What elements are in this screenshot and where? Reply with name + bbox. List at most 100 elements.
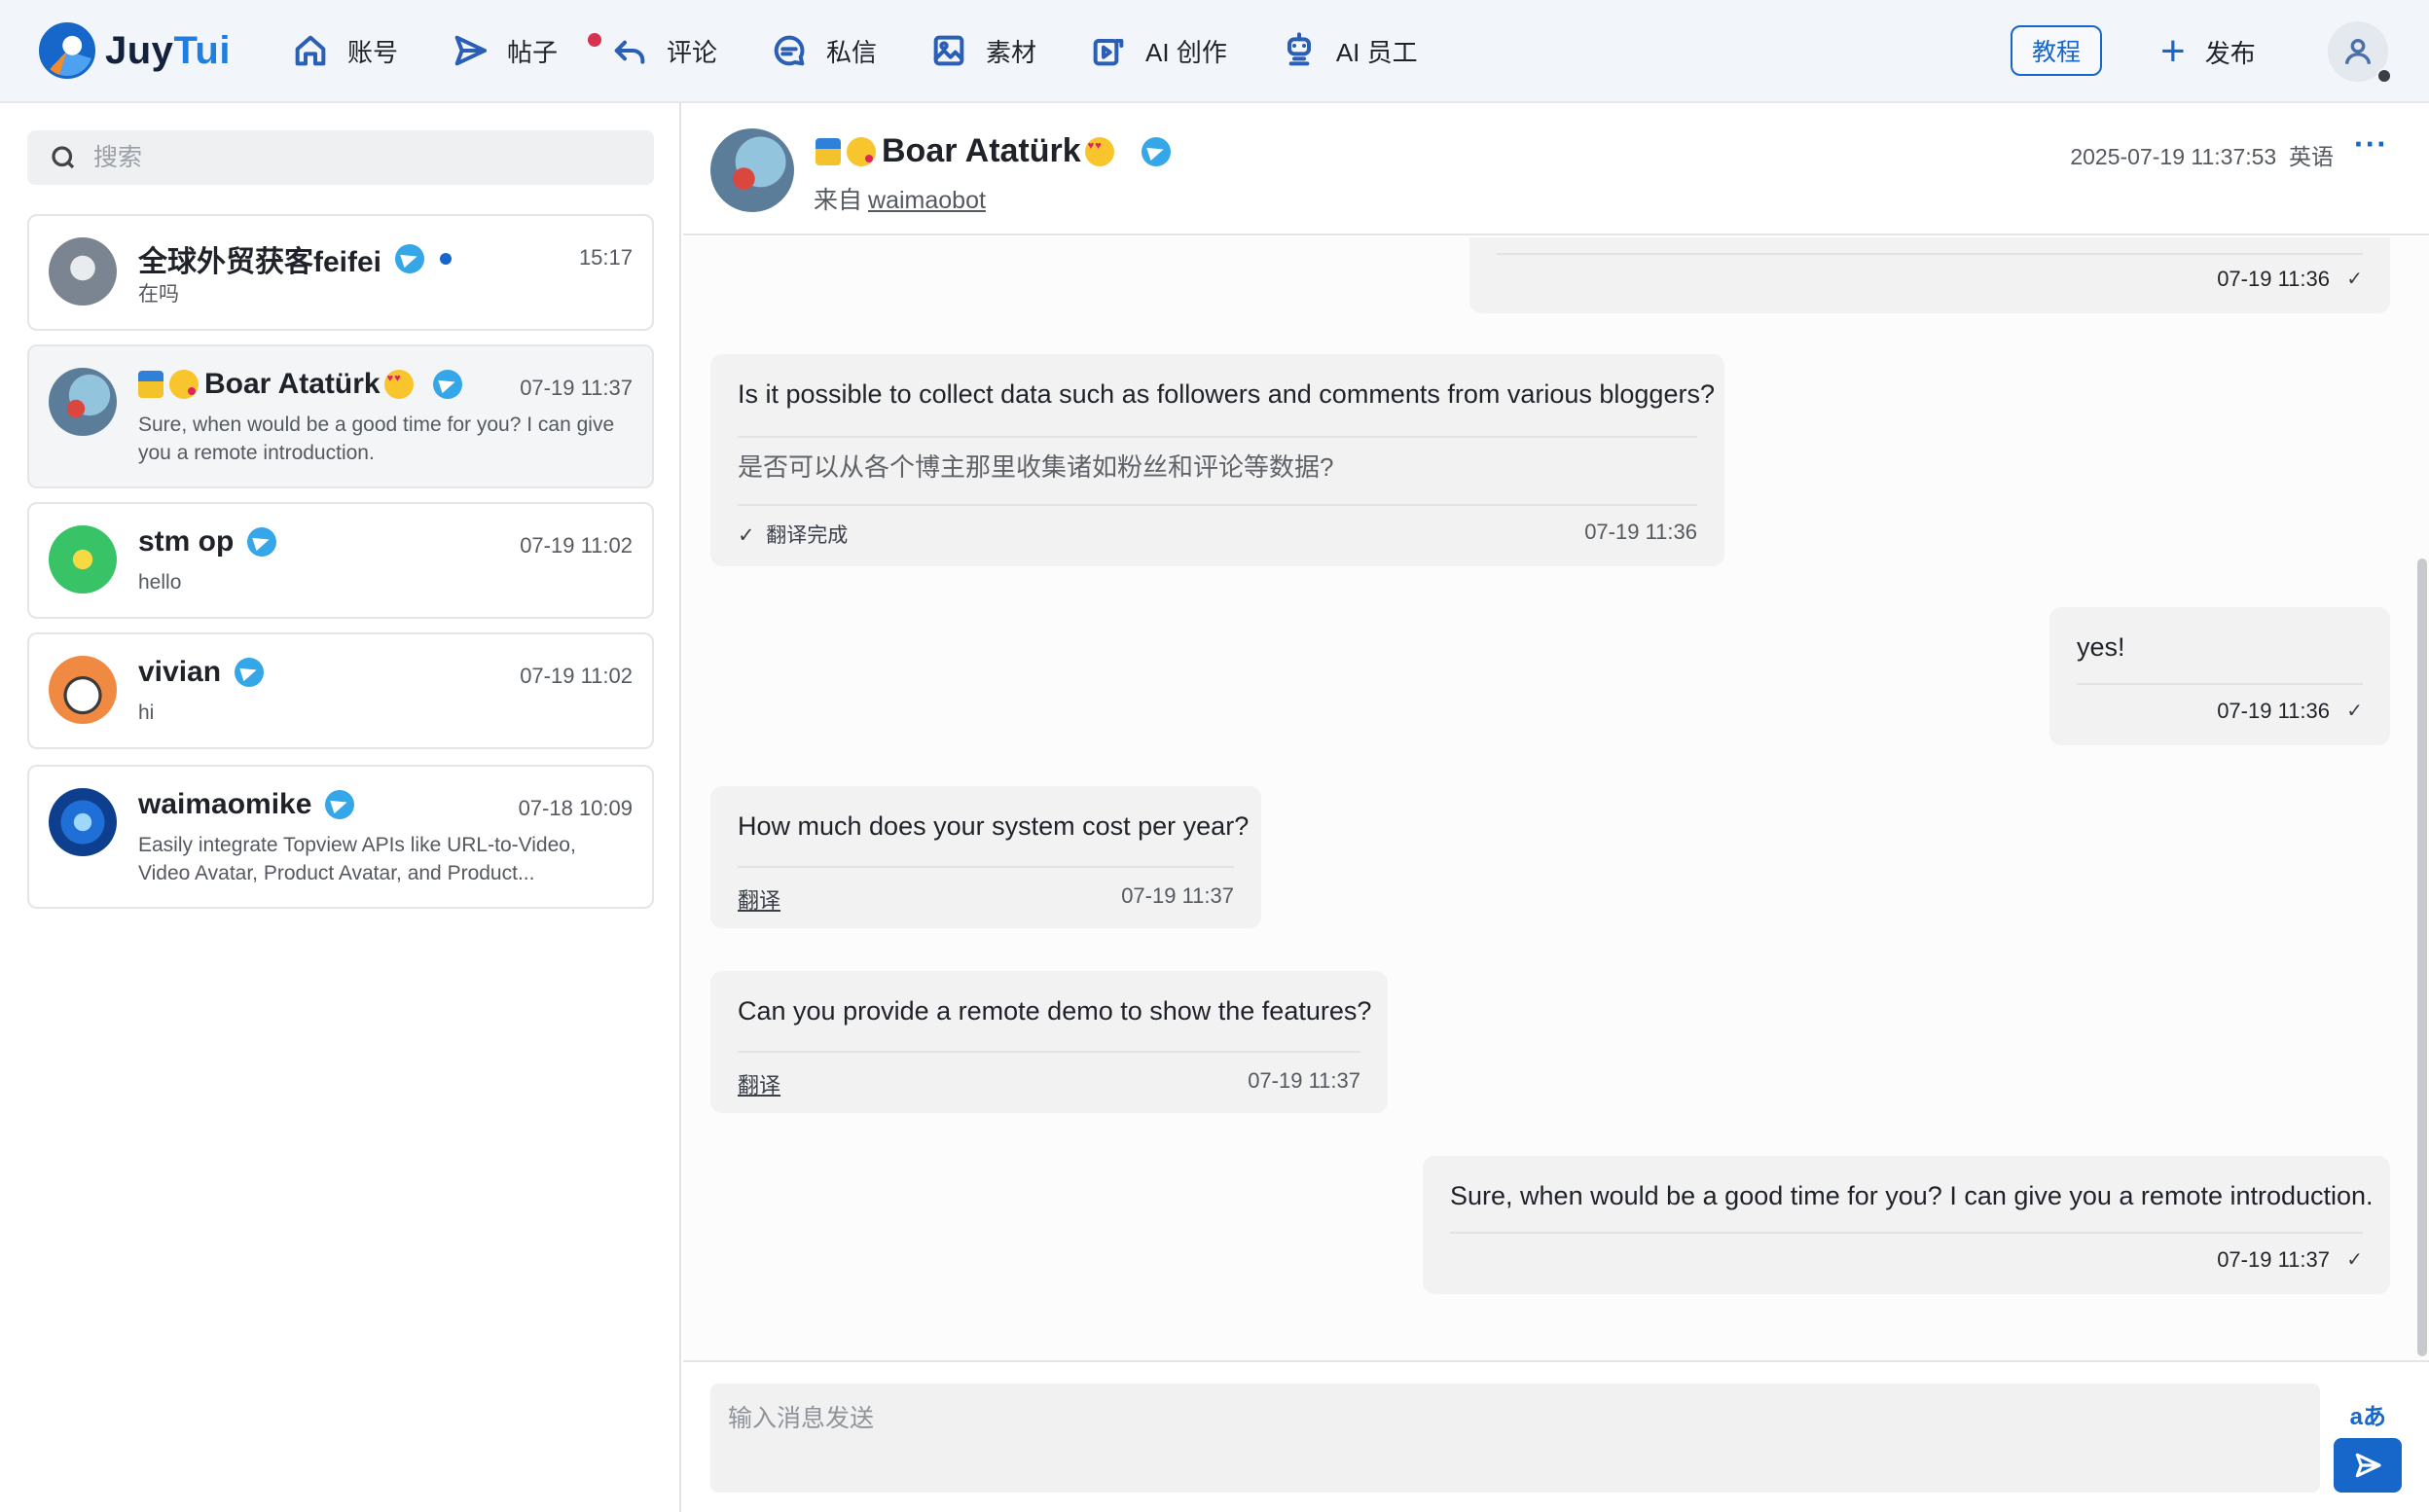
message-text: How much does your system cost per year? — [738, 811, 1250, 841]
message-time: 07-19 11:36 — [2217, 267, 2330, 291]
translate-icon[interactable]: aあ — [2350, 1397, 2386, 1431]
conversation-panel: 全球外贸获客feifei 15:17 在吗 Boar Atatürk 07-19… — [0, 103, 681, 1512]
send-button[interactable] — [2334, 1438, 2402, 1493]
search-input[interactable] — [93, 143, 638, 172]
conversation-time: 07-19 11:02 — [520, 664, 633, 688]
sent-check-icon: ✓ — [2346, 1249, 2363, 1271]
message-text: Can you provide a remote demo to show th… — [738, 996, 1372, 1026]
contact-name: 全球外贸获客feifei — [138, 246, 382, 278]
image-icon — [933, 35, 964, 66]
telegram-icon — [235, 658, 265, 687]
conversation-item[interactable]: stm op 07-19 11:02 hello — [27, 502, 654, 619]
translate-link[interactable]: 翻译 — [738, 883, 780, 915]
translation-status: ✓ 翻译完成 — [738, 524, 849, 547]
sent-check-icon: ✓ — [2346, 269, 2363, 290]
avatar — [49, 368, 117, 436]
user-icon — [2344, 38, 2372, 64]
nav-item-accounts[interactable]: 账号 — [291, 0, 398, 101]
chat-icon — [774, 35, 805, 66]
message-bubble-incoming: Is it possible to collect data such as f… — [710, 354, 1724, 566]
message-time: 07-19 11:36 — [1584, 520, 1697, 544]
conversation-time: 15:17 — [578, 245, 633, 270]
top-bar: JuyTui 账号 帖子 评论 私信 素材 AI 创作 AI 员工 教程 + 发… — [0, 0, 2429, 103]
message-translation: 是否可以从各个博主那里收集诸如粉丝和评论等数据? — [738, 452, 1334, 482]
conversation-preview: 在吗 — [138, 283, 179, 306]
nav-item-ai-create[interactable]: AI 创作 — [1089, 0, 1227, 101]
avatar — [49, 525, 117, 594]
unread-badge — [588, 33, 601, 47]
app-logo[interactable]: JuyTui — [39, 22, 231, 79]
message-composer: aあ — [683, 1360, 2429, 1512]
message-bubble-outgoing: 07-19 11:36 ✓ — [1469, 237, 2390, 313]
plus-icon: + — [2160, 27, 2186, 75]
contact-name: vivian — [138, 656, 222, 688]
contact-name: Boar Atatürk — [204, 368, 381, 400]
conversation-time: 07-19 11:02 — [520, 533, 633, 558]
bag-emoji-icon — [138, 371, 163, 398]
message-text: Is it possible to collect data such as f… — [738, 379, 1715, 409]
avatar — [49, 788, 117, 856]
sent-check-icon: ✓ — [2346, 701, 2363, 722]
message-time: 07-19 11:37 — [1248, 1068, 1360, 1093]
message-input[interactable] — [710, 1384, 2320, 1493]
nav-item-comments[interactable]: 评论 — [610, 0, 717, 101]
heart-eyes-emoji-icon — [1084, 136, 1114, 166]
translate-link[interactable]: 翻译 — [738, 1068, 780, 1099]
more-options-icon[interactable]: ··· — [2354, 126, 2388, 162]
heart-eyes-emoji-icon — [383, 370, 414, 399]
telegram-icon — [432, 370, 462, 399]
language-label[interactable]: 英语 — [2289, 144, 2334, 169]
message-bubble-incoming: Can you provide a remote demo to show th… — [710, 971, 1388, 1113]
nav-item-posts[interactable]: 帖子 — [451, 0, 558, 101]
conversation-item-active[interactable]: Boar Atatürk 07-19 11:37 Sure, when woul… — [27, 344, 654, 488]
user-avatar[interactable] — [2328, 21, 2392, 84]
nav-item-messages[interactable]: 私信 — [770, 0, 877, 101]
conversation-preview: hello — [138, 571, 182, 594]
message-time: 07-19 11:36 — [2217, 699, 2330, 723]
message-bubble-outgoing: yes! 07-19 11:36 ✓ — [2049, 607, 2390, 745]
telegram-icon — [247, 527, 277, 557]
contact-name: waimaomike — [138, 788, 312, 820]
conversation-item[interactable]: 全球外贸获客feifei 15:17 在吗 — [27, 214, 654, 331]
main-nav: 账号 帖子 评论 私信 素材 AI 创作 AI 员工 — [291, 0, 1470, 101]
kiss-emoji-icon — [169, 370, 199, 399]
conversation-preview: Sure, when would be a good time for you?… — [138, 414, 615, 464]
message-text: yes! — [2077, 632, 2125, 662]
status-dot — [2376, 68, 2392, 84]
message-scrollbar[interactable] — [2417, 558, 2427, 1356]
unread-dot — [440, 253, 453, 265]
tutorial-button[interactable]: 教程 — [2011, 25, 2102, 76]
chat-header: Boar Atatürk 来自waimaobot 2025-07-19 11:3… — [683, 103, 2429, 235]
conversation-time: 07-18 10:09 — [518, 796, 633, 820]
conversation-preview: hi — [138, 702, 155, 724]
message-list[interactable]: 07-19 11:36 ✓ Is it possible to collect … — [683, 237, 2429, 1360]
source-link[interactable]: waimaobot — [868, 187, 986, 214]
nav-item-ai-staff[interactable]: AI 员工 — [1280, 0, 1418, 101]
ai-create-icon — [1093, 39, 1124, 66]
avatar — [49, 656, 117, 724]
telegram-icon — [395, 244, 425, 273]
publish-button[interactable]: + 发布 — [2160, 27, 2256, 76]
logo-globe-icon — [39, 22, 95, 79]
nav-item-materials[interactable]: 素材 — [929, 0, 1036, 101]
conversation-item[interactable]: waimaomike 07-18 10:09 Easily integrate … — [27, 765, 654, 909]
chat-contact-name: Boar Atatürk — [882, 132, 1081, 169]
conversation-item[interactable]: vivian 07-19 11:02 hi — [27, 632, 654, 749]
conversation-preview: Easily integrate Topview APIs like URL-t… — [138, 834, 576, 884]
message-text: Sure, when would be a good time for you?… — [1450, 1181, 2374, 1210]
telegram-icon — [1141, 136, 1171, 166]
search-icon — [52, 146, 75, 169]
search-box[interactable] — [27, 130, 654, 185]
send-icon — [454, 35, 487, 66]
robot-icon — [1287, 32, 1311, 66]
message-time: 07-19 11:37 — [2217, 1247, 2330, 1272]
telegram-icon — [325, 790, 355, 819]
chat-meta: 2025-07-19 11:37:53 英语 — [2070, 144, 2334, 169]
message-bubble-outgoing: Sure, when would be a good time for you?… — [1423, 1156, 2390, 1294]
bag-emoji-icon — [816, 137, 841, 165]
logo-text: JuyTui — [105, 28, 231, 72]
contact-avatar[interactable] — [710, 128, 794, 212]
kiss-emoji-icon — [847, 136, 876, 166]
message-time: 07-19 11:37 — [1121, 883, 1234, 908]
contact-name: stm op — [138, 525, 235, 558]
